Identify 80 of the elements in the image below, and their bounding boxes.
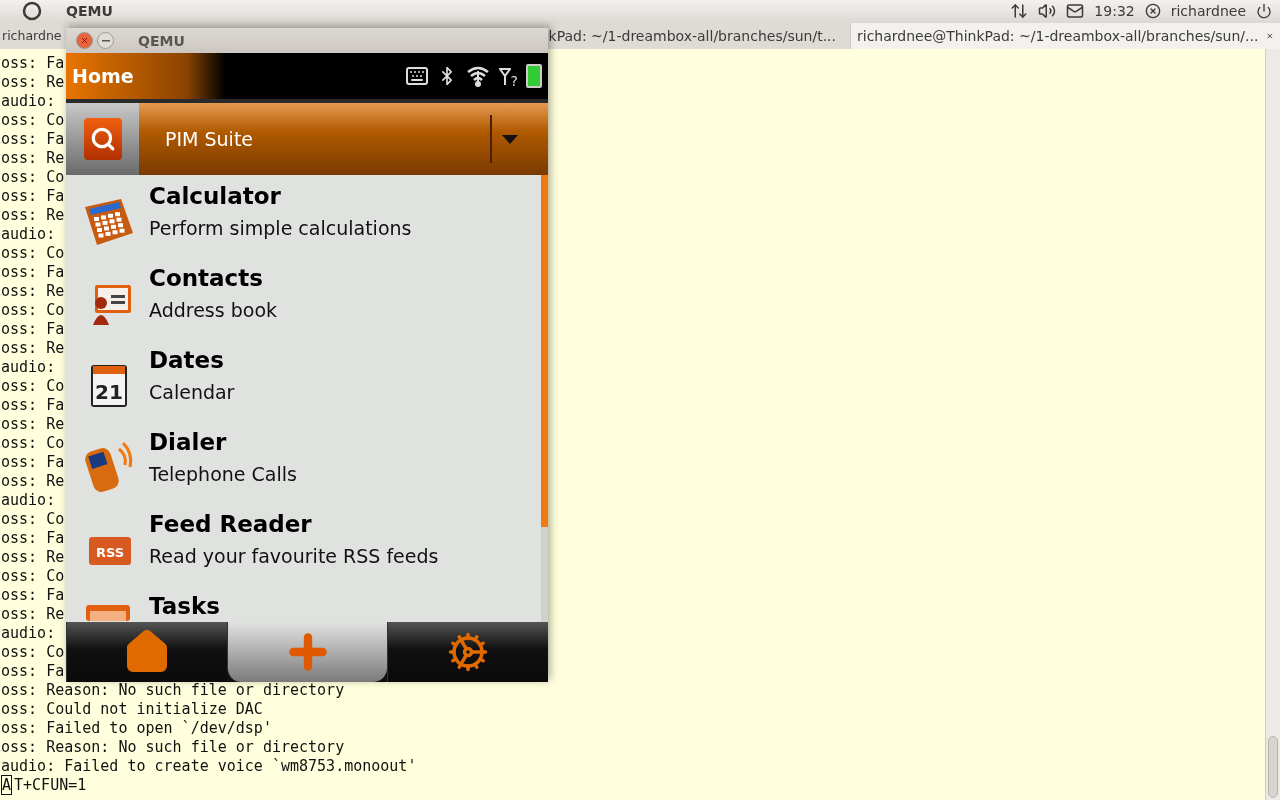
terminal-line: oss: Re — [1, 73, 65, 92]
app-name[interactable]: Contacts — [149, 265, 278, 291]
app-name[interactable]: Tasks — [149, 593, 220, 619]
terminal-line: oss: Re — [1, 339, 65, 358]
terminal-line: oss: Co — [1, 510, 65, 529]
terminal-line: audio: — [1, 491, 56, 510]
terminal-line: oss: Fa — [1, 662, 65, 681]
terminal-line: oss: Co — [1, 434, 65, 453]
terminal-line: oss: Fa — [1, 263, 65, 282]
terminal-line: audio: Failed to create voice `wm8753.monoout' — [1, 757, 417, 776]
settings-button[interactable] — [387, 622, 548, 682]
terminal-line: audio: — [1, 92, 56, 111]
terminal-line: oss: Could not initialize DAC — [1, 700, 263, 719]
terminal-line: oss: Fa — [1, 54, 65, 73]
terminal-line: oss: Co — [1, 111, 65, 130]
task-list-icon — [85, 603, 130, 621]
close-icon — [80, 36, 89, 45]
command-line: A T+CFUN=1 — [1, 776, 87, 795]
terminal-line: oss: Fa — [1, 529, 65, 548]
terminal-line: oss: Fa — [1, 130, 65, 149]
list-scrollbar[interactable] — [541, 175, 548, 622]
antenna-icon — [498, 67, 511, 85]
terminal-line: oss: Failed to open `/dev/dsp' — [1, 719, 272, 738]
terminal-line: oss: Re — [1, 149, 65, 168]
user-name[interactable]: richardnee — [1170, 3, 1246, 20]
app-name[interactable]: Calculator — [149, 183, 412, 209]
caret-icon — [502, 134, 518, 144]
app-description: Address book — [149, 299, 278, 321]
terminal-line: oss: Re — [1, 282, 65, 301]
terminal-line: oss: Fa — [1, 320, 65, 339]
terminal-line: audio: — [1, 358, 56, 377]
terminal-line: oss: Re — [1, 472, 65, 491]
terminal-tab[interactable]: richardnee@ThinkPad: ~/1-dreambox-all/branches/sun/... — [851, 22, 1280, 49]
app-name[interactable]: Dialer — [149, 429, 297, 455]
power-icon[interactable] — [1256, 3, 1272, 20]
add-button[interactable] — [226, 622, 388, 682]
app-title: QEMU — [66, 3, 113, 20]
signal-mark: ? — [510, 73, 518, 89]
terminal-line: oss: Fa — [1, 187, 65, 206]
battery-icon — [526, 64, 542, 88]
terminal-line: oss: Re — [1, 605, 65, 624]
minimize-icon — [101, 39, 110, 42]
close-button[interactable] — [76, 32, 93, 49]
app-description: Calendar — [149, 381, 235, 403]
mail-icon[interactable] — [1066, 2, 1085, 21]
volume-icon[interactable] — [1038, 2, 1057, 21]
terminal-line: audio: — [1, 624, 56, 643]
clock[interactable]: 19:32 — [1094, 3, 1135, 20]
terminal-line: oss: Reason: No such file or directory — [1, 681, 345, 700]
terminal-line: oss: Re — [1, 206, 65, 225]
terminal-line: oss: Co — [1, 244, 65, 263]
terminal-line: oss: Co — [1, 377, 65, 396]
app-description: Perform simple calculations — [149, 217, 412, 239]
terminal-line: oss: Fa — [1, 586, 65, 605]
terminal-line: oss: Reason: No such file or directory — [1, 738, 345, 757]
keyboard-icon — [404, 64, 429, 88]
app-name[interactable]: Feed Reader — [149, 511, 439, 537]
terminal-line: oss: Co — [1, 301, 65, 320]
terminal-line: oss: Fa — [1, 396, 65, 415]
terminal-line: oss: Re — [1, 415, 65, 434]
terminal-line: oss: Co — [1, 168, 65, 187]
terminal-tab[interactable]: kPad: ~/1-dreambox-all/branches/sun/t... — [548, 22, 850, 49]
window-title: QEMU — [138, 32, 185, 49]
app-description: Telephone Calls — [149, 463, 297, 485]
status-icon[interactable] — [1144, 3, 1161, 20]
terminal-line: oss: Co — [1, 567, 65, 586]
app-name[interactable]: Dates — [149, 347, 235, 373]
app-description: Read your favourite RSS feeds — [149, 545, 439, 567]
search-icon — [89, 126, 116, 152]
search-button[interactable] — [66, 103, 139, 175]
terminal-line: oss: Fa — [1, 453, 65, 472]
minimize-button[interactable] — [97, 32, 114, 49]
scrollbar[interactable] — [1265, 49, 1280, 800]
screen-title: Home — [72, 65, 134, 87]
terminal-line: oss: Re — [1, 548, 65, 567]
settings-icon — [447, 631, 490, 673]
terminal-line: oss: Co — [1, 643, 65, 662]
terminal-line: audio: — [1, 225, 56, 244]
network-icon[interactable] — [1010, 2, 1029, 21]
home-button[interactable] — [66, 622, 227, 682]
